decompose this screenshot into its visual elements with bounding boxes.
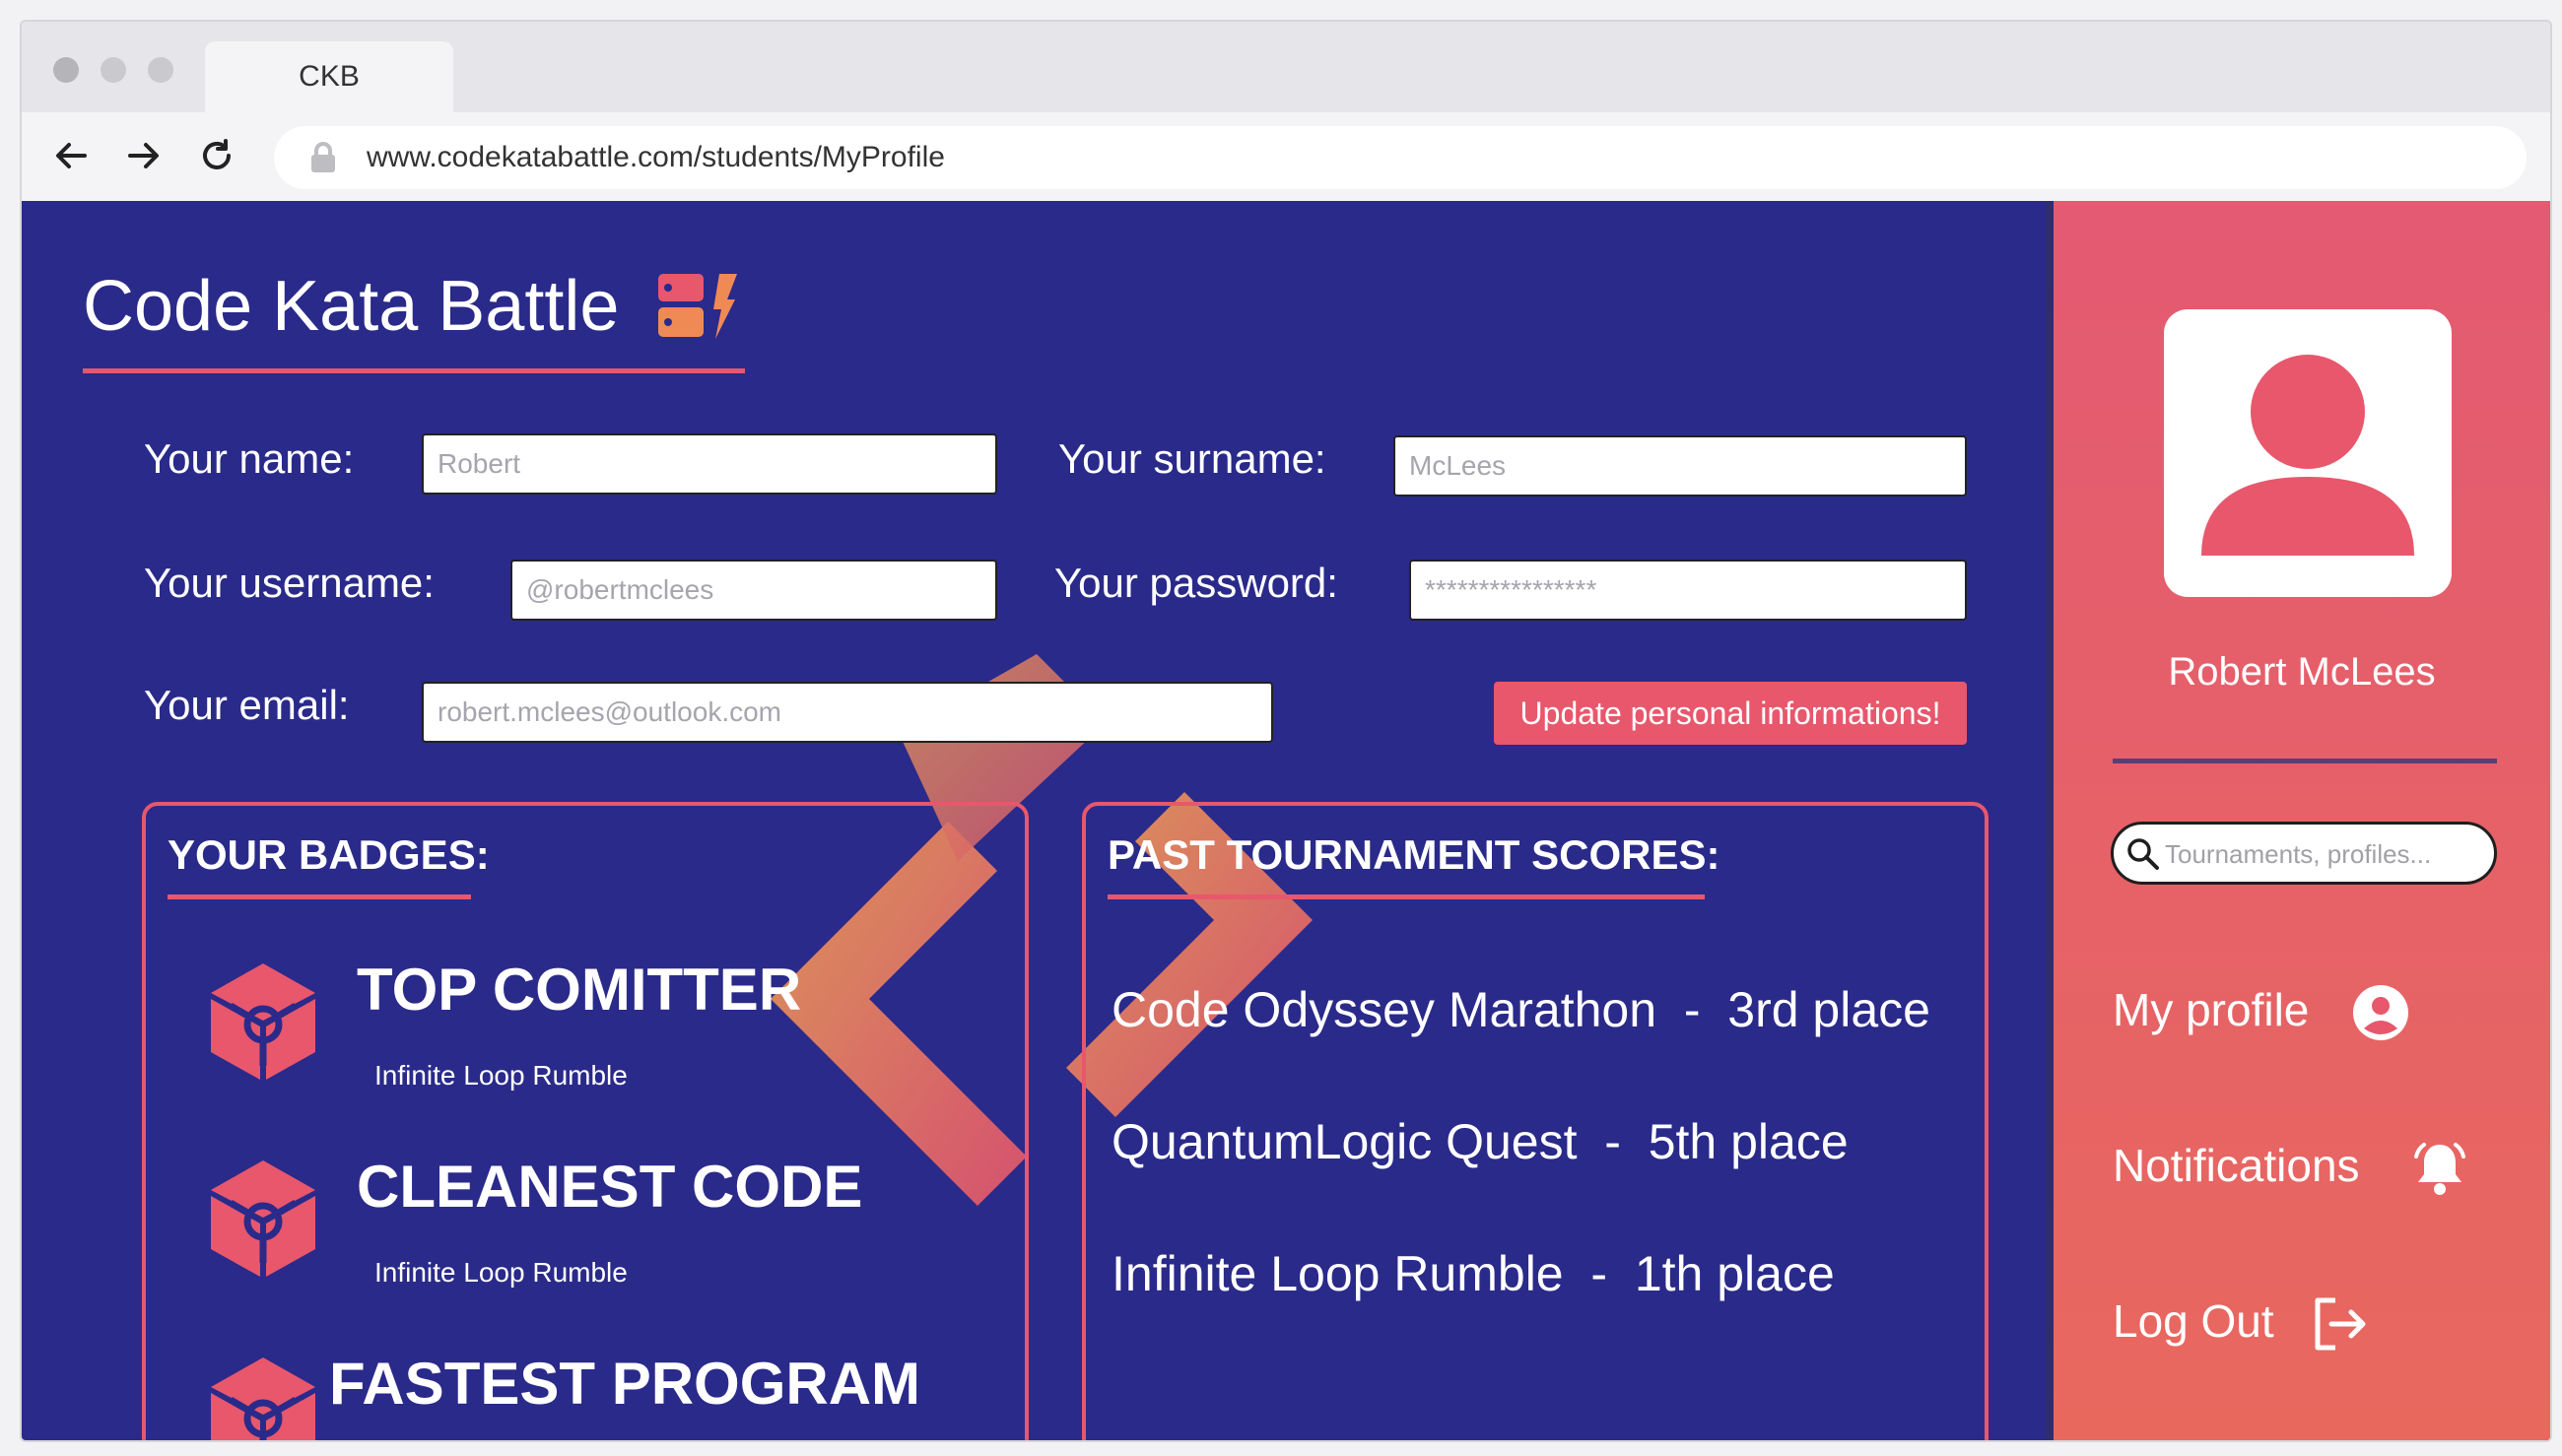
address-bar[interactable]: www.codekatabattle.com/students/MyProfil… xyxy=(274,126,2527,189)
forward-arrow-icon[interactable] xyxy=(120,132,168,179)
sidebar-divider xyxy=(2113,759,2497,763)
update-info-button[interactable]: Update personal informations! xyxy=(1494,682,1967,745)
badge-name: TOP COMITTER xyxy=(357,957,802,1023)
bell-icon xyxy=(2414,1143,2465,1195)
badge-name: CLEANEST CODE xyxy=(357,1154,863,1220)
surname-label: Your surname: xyxy=(1058,435,1326,482)
badges-title: YOUR BADGES: xyxy=(168,831,490,878)
badges-title-underline xyxy=(168,894,471,899)
badge-name: FASTEST PROGRAM xyxy=(329,1351,921,1417)
close-window-dot[interactable] xyxy=(53,57,79,83)
surname-input[interactable] xyxy=(1393,435,1967,496)
sidebar-item-notifications[interactable]: Notifications xyxy=(2113,1131,2507,1200)
browser-toolbar: www.codekatabattle.com/students/MyProfil… xyxy=(22,112,2550,201)
sidebar-item-label: Notifications xyxy=(2113,1140,2360,1191)
search-box[interactable] xyxy=(2111,822,2497,885)
score-item: Code Odyssey Marathon - 3rd place xyxy=(1112,982,1930,1037)
logout-icon xyxy=(2315,1297,2366,1351)
password-label: Your password: xyxy=(1054,560,1338,606)
sidebar-item-label: My profile xyxy=(2113,984,2310,1035)
title-underline xyxy=(83,368,745,373)
sidebar: Robert McLees My profile Notifications xyxy=(2046,201,2550,1440)
search-input[interactable] xyxy=(2163,825,2482,884)
site-title: Code Kata Battle xyxy=(83,267,620,346)
back-arrow-icon[interactable] xyxy=(47,132,95,179)
profile-user-name: Robert McLees xyxy=(2168,650,2436,694)
maximize-window-dot[interactable] xyxy=(148,57,173,83)
badge-cube-icon xyxy=(211,1357,315,1440)
url-text: www.codekatabattle.com/students/MyProfil… xyxy=(367,141,945,173)
username-label: Your username: xyxy=(144,560,435,606)
browser-window: CKB www.codekatabattle.com/students/MyPr… xyxy=(20,20,2552,1442)
lock-icon xyxy=(309,142,337,173)
user-silhouette-icon xyxy=(2201,355,2414,556)
password-input[interactable] xyxy=(1409,560,1967,621)
avatar[interactable] xyxy=(2164,309,2452,597)
page-content: Code Kata Battle Your name: Your surname… xyxy=(22,201,2550,1440)
email-label: Your email: xyxy=(144,682,350,728)
score-item: Infinite Loop Rumble - 1th place xyxy=(1112,1246,1835,1301)
ckb-logo-icon xyxy=(658,274,737,339)
badge-cube-icon xyxy=(211,963,315,1080)
sidebar-item-my-profile[interactable]: My profile xyxy=(2113,975,2507,1044)
browser-tab-bar: CKB xyxy=(22,22,2550,112)
badges-card: YOUR BADGES: TOP COMITTER Infinite Loop … xyxy=(142,802,1029,1440)
scores-title-underline xyxy=(1108,894,1705,899)
user-circle-icon xyxy=(2353,985,2408,1040)
score-item: QuantumLogic Quest - 5th place xyxy=(1112,1114,1849,1169)
username-input[interactable] xyxy=(510,560,997,621)
scores-title: PAST TOURNAMENT SCORES: xyxy=(1108,831,1720,878)
name-input[interactable] xyxy=(422,433,997,495)
badge-tournament: Infinite Loop Rumble xyxy=(374,1257,628,1288)
email-input[interactable] xyxy=(422,682,1273,743)
browser-tab[interactable]: CKB xyxy=(205,41,453,112)
sidebar-item-label: Log Out xyxy=(2113,1295,2274,1347)
badge-cube-icon xyxy=(211,1160,315,1277)
minimize-window-dot[interactable] xyxy=(101,57,126,83)
reload-icon[interactable] xyxy=(193,132,240,179)
sidebar-item-log-out[interactable]: Log Out xyxy=(2113,1287,2507,1356)
name-label: Your name: xyxy=(144,435,355,482)
badge-tournament: Infinite Loop Rumble xyxy=(374,1060,628,1091)
search-icon xyxy=(2127,838,2159,870)
